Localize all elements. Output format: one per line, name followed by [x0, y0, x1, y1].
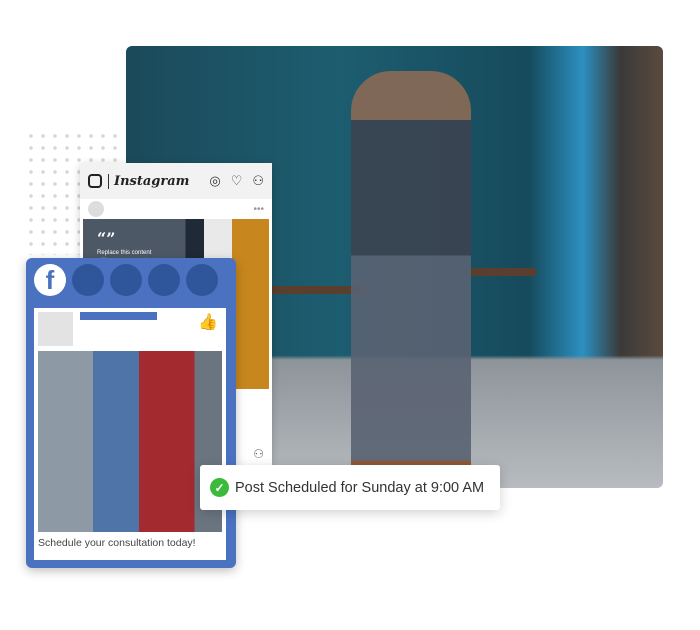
- compass-icon[interactable]: ◎: [209, 173, 220, 189]
- facebook-post-mockup: f 👍 Schedule your consultation today!: [26, 258, 236, 568]
- table: [471, 268, 536, 276]
- placeholder-circle: [148, 264, 180, 296]
- placeholder-circle: [72, 264, 104, 296]
- check-circle-icon: ✓: [210, 478, 229, 497]
- scheduled-toast: ✓ Post Scheduled for Sunday at 9:00 AM: [200, 465, 500, 510]
- toast-message: Post Scheduled for Sunday at 9:00 AM: [235, 479, 485, 496]
- team-photo: [38, 351, 222, 532]
- profile-thumbnail: [38, 312, 73, 346]
- name-placeholder-bar: [80, 312, 157, 320]
- more-icon[interactable]: •••: [253, 204, 264, 215]
- instagram-brand: Instagram: [108, 173, 189, 189]
- facebook-logo-icon: f: [34, 264, 66, 296]
- post-caption: Schedule your consultation today!: [38, 537, 196, 549]
- avatar: [88, 201, 104, 217]
- placeholder-circle: [186, 264, 218, 296]
- man-with-tablet: [351, 71, 471, 481]
- user-icon[interactable]: ⚇: [253, 447, 264, 461]
- user-icon[interactable]: ⚇: [252, 173, 264, 189]
- quote-icon: “”: [97, 229, 116, 248]
- instagram-header: Instagram ◎ ♡ ⚇: [80, 163, 272, 199]
- placeholder-circle: [110, 264, 142, 296]
- instagram-logo-icon: [88, 174, 102, 188]
- thumbs-up-icon[interactable]: 👍: [198, 312, 218, 332]
- heart-icon[interactable]: ♡: [231, 173, 243, 189]
